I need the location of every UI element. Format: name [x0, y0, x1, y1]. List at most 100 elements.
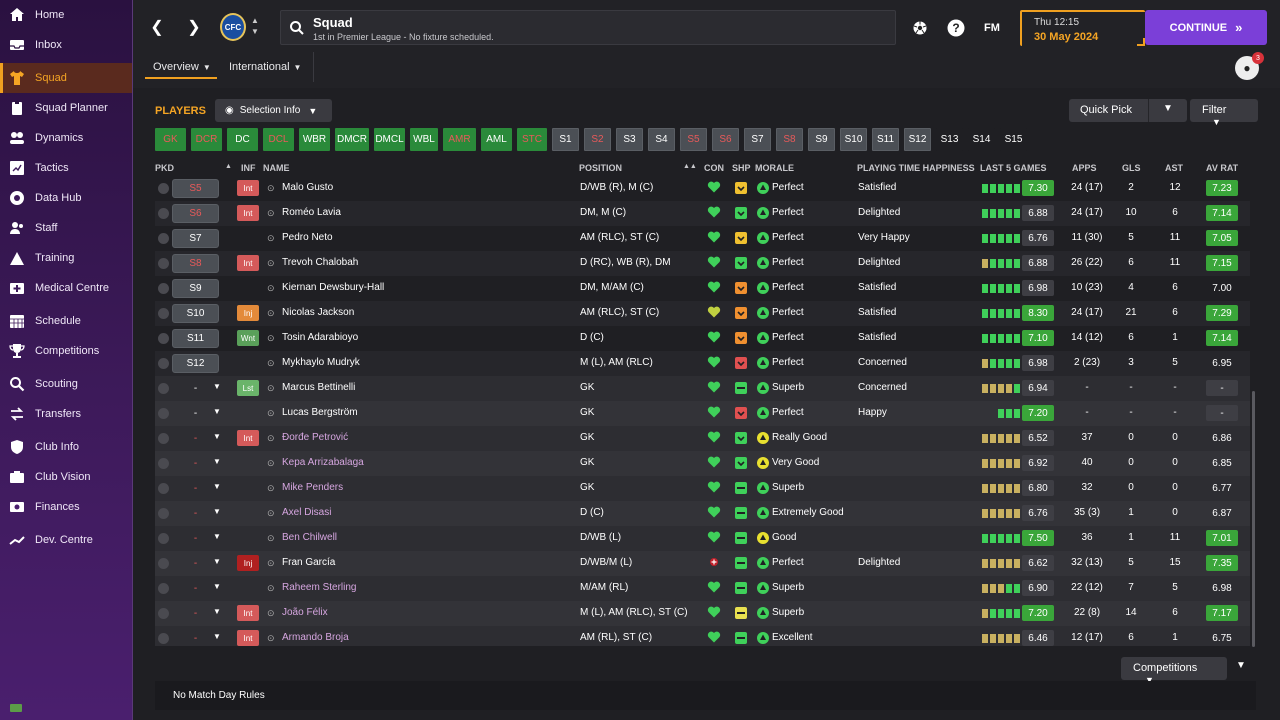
position-chip-s6[interactable]: S6 [712, 128, 739, 151]
position-chip-s15[interactable]: S15 [1000, 128, 1027, 151]
pick-slot[interactable]: - [172, 379, 219, 398]
table-row[interactable]: - ▼ ⊙ Axel Disasi D (C) Extremely Good 6.76 35 … [155, 501, 1250, 526]
pick-checkbox[interactable] [158, 408, 169, 419]
back-arrow-icon[interactable]: ❮ [146, 16, 168, 38]
pick-checkbox[interactable] [158, 308, 169, 319]
sidebar-item-dynamics[interactable]: Dynamics [0, 123, 132, 153]
player-name[interactable]: Tosin Adarabioyo [282, 332, 358, 343]
sidebar-item-data-hub[interactable]: Data Hub [0, 183, 132, 213]
sidebar-item-home[interactable]: Home [0, 0, 132, 30]
table-row[interactable]: - ▼ Int ⊙ Armando Broja AM (RL), ST (C) Excell… [155, 626, 1250, 646]
chevron-down-icon[interactable]: ▼ [213, 607, 221, 616]
ball-icon[interactable] [910, 18, 930, 38]
col-apps[interactable]: APPS [1072, 163, 1097, 173]
page-header-box[interactable]: Squad 1st in Premier League - No fixture… [280, 10, 896, 45]
pick-checkbox[interactable] [158, 358, 169, 369]
table-row[interactable]: - ▼ ⊙ Lucas Bergström GK Perfect Happy 7.20 - - - - [155, 401, 1250, 426]
pick-slot[interactable]: - [172, 479, 219, 498]
pick-slot[interactable]: - [172, 529, 219, 548]
collapse-chevron-icon[interactable]: ▼ [1236, 660, 1246, 671]
col-ast[interactable]: AST [1165, 163, 1183, 173]
fm-logo[interactable]: FM [982, 18, 1002, 38]
competitions-button[interactable]: Competitions ▼ [1121, 657, 1227, 685]
chevron-down-icon[interactable]: ▼ [213, 457, 221, 466]
pick-slot[interactable]: S11 [172, 329, 219, 348]
position-chip-wbl[interactable]: WBL [410, 128, 438, 151]
table-row[interactable]: S5 Int ⊙ Malo Gusto D/WB (R), M (C) Perfect Sa… [155, 176, 1250, 201]
sidebar-item-training[interactable]: Training [0, 243, 132, 273]
player-name[interactable]: Raheem Sterling [282, 582, 356, 593]
pick-checkbox[interactable] [158, 383, 169, 394]
forward-arrow-icon[interactable]: ❯ [183, 16, 205, 38]
pick-checkbox[interactable] [158, 583, 169, 594]
position-chip-dcl[interactable]: DCL [263, 128, 294, 151]
sidebar-item-medical-centre[interactable]: Medical Centre [0, 273, 132, 303]
table-row[interactable]: - ▼ ⊙ Ben Chilwell D/WB (L) Good 7.50 36 1 11 7.01 [155, 526, 1250, 551]
sidebar-item-squad-planner[interactable]: Squad Planner [0, 93, 132, 123]
sidebar-item-scouting[interactable]: Scouting [0, 369, 132, 399]
position-chip-s2[interactable]: S2 [584, 128, 611, 151]
club-badge-icon[interactable]: CFC [220, 13, 246, 41]
club-switch-icon[interactable]: ▲ ▼ [251, 15, 259, 37]
chevron-down-icon[interactable]: ▼ [213, 557, 221, 566]
player-name[interactable]: Lucas Bergström [282, 407, 358, 418]
pick-checkbox[interactable] [158, 433, 169, 444]
position-chip-s11[interactable]: S11 [872, 128, 899, 151]
position-chip-s12[interactable]: S12 [904, 128, 931, 151]
sidebar-footer-icon[interactable] [10, 704, 22, 712]
position-chip-s10[interactable]: S10 [840, 128, 867, 151]
sidebar-item-club-info[interactable]: Club Info [0, 432, 132, 462]
table-row[interactable]: S12 ⊙ Mykhaylo Mudryk M (L), AM (RLC) Perfec… [155, 351, 1250, 376]
player-name[interactable]: Nicolas Jackson [282, 307, 354, 318]
tab-overview[interactable]: Overview ▼ [153, 61, 211, 73]
position-chip-s7[interactable]: S7 [744, 128, 771, 151]
table-row[interactable]: - ▼ ⊙ Kepa Arrizabalaga GK Very Good 6.92 40 0 0 6… [155, 451, 1250, 476]
table-row[interactable]: - ▼ Inj ⊙ Fran García D/WB/M (L) Perfect Deligh… [155, 551, 1250, 576]
sidebar-item-schedule[interactable]: Schedule [0, 306, 132, 336]
player-name[interactable]: Marcus Bettinelli [282, 382, 355, 393]
chevron-down-icon[interactable]: ▼ [213, 582, 221, 591]
quick-pick-button[interactable]: Quick Pick ▼ [1069, 99, 1187, 122]
position-chip-dcr[interactable]: DCR [191, 128, 222, 151]
tab-international[interactable]: International ▼ [229, 61, 301, 73]
position-chip-aml[interactable]: AML [481, 128, 512, 151]
chevron-down-icon[interactable]: ▼ [213, 507, 221, 516]
filter-button[interactable]: Filter ▼ [1190, 99, 1258, 127]
pick-checkbox[interactable] [158, 508, 169, 519]
selection-info-button[interactable]: ◉ Selection Info ▼ [215, 99, 332, 122]
table-row[interactable]: S7 ⊙ Pedro Neto AM (RLC), ST (C) Perfect Very… [155, 226, 1250, 251]
pick-checkbox[interactable] [158, 533, 169, 544]
col-name[interactable]: NAME [263, 163, 290, 173]
chevron-down-icon[interactable]: ▼ [213, 432, 221, 441]
pick-slot[interactable]: S9 [172, 279, 219, 298]
col-con[interactable]: CON [704, 163, 724, 173]
pick-slot[interactable]: - [172, 429, 219, 448]
pick-slot[interactable]: - [172, 404, 219, 423]
col-avrat[interactable]: AV RAT [1206, 163, 1238, 173]
player-name[interactable]: João Félix [282, 607, 328, 618]
pick-checkbox[interactable] [158, 483, 169, 494]
position-chip-dmcr[interactable]: DMCR [335, 128, 369, 151]
player-name[interactable]: Malo Gusto [282, 182, 333, 193]
pick-slot[interactable]: - [172, 504, 219, 523]
position-chip-wbr[interactable]: WBR [299, 128, 330, 151]
position-chip-s8[interactable]: S8 [776, 128, 803, 151]
col-playing-time[interactable]: PLAYING TIME HAPPINESS [857, 163, 975, 173]
col-position[interactable]: POSITION [579, 163, 622, 173]
table-row[interactable]: - ▼ ⊙ Mike Penders GK Superb 6.80 32 0 0 6.77 [155, 476, 1250, 501]
pick-checkbox[interactable] [158, 608, 169, 619]
player-name[interactable]: Mike Penders [282, 482, 343, 493]
sidebar-item-inbox[interactable]: Inbox [0, 30, 132, 60]
scrollbar[interactable] [1252, 391, 1255, 647]
position-chip-s1[interactable]: S1 [552, 128, 579, 151]
player-name[interactable]: Axel Disasi [282, 507, 331, 518]
col-pkd[interactable]: PKD [155, 163, 174, 173]
chevron-down-icon[interactable]: ▼ [213, 407, 221, 416]
player-name[interactable]: Roméo Lavia [282, 207, 341, 218]
pick-checkbox[interactable] [158, 458, 169, 469]
position-chip-dc[interactable]: DC [227, 128, 258, 151]
player-name[interactable]: Mykhaylo Mudryk [282, 357, 360, 368]
table-row[interactable]: - ▼ Int ⊙ João Félix M (L), AM (RLC), ST (C) S… [155, 601, 1250, 626]
table-row[interactable]: S8 Int ⊙ Trevoh Chalobah D (RC), WB (R), DM P… [155, 251, 1250, 276]
sidebar-item-club-vision[interactable]: Club Vision [0, 462, 132, 492]
